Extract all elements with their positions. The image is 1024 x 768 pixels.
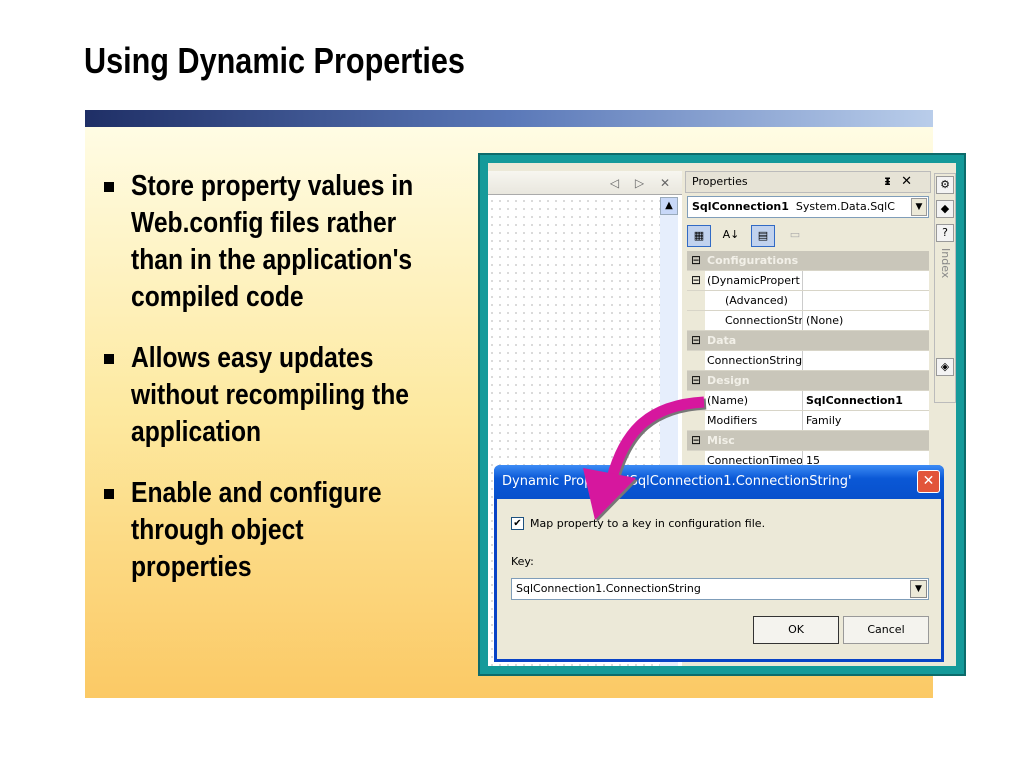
bullet-line: without recompiling the: [131, 379, 409, 411]
properties-title: Properties: [692, 175, 748, 188]
property-name: ConnectionString: [705, 351, 803, 370]
property-category[interactable]: ⊟ Configurations: [687, 251, 929, 271]
property-row[interactable]: ConnectionStr (None): [687, 311, 929, 331]
collapse-icon[interactable]: [687, 411, 705, 430]
bullet-line: Enable and configure: [131, 477, 382, 509]
property-row[interactable]: Modifiers Family: [687, 411, 929, 431]
title-band: [85, 110, 933, 127]
class-view-icon[interactable]: ◈: [936, 358, 954, 377]
alphabetical-icon[interactable]: A↓: [719, 225, 743, 247]
property-category[interactable]: ⊟ Data: [687, 331, 929, 351]
property-row[interactable]: ConnectionString: [687, 351, 929, 371]
bullet-line: than in the application's: [131, 244, 413, 276]
properties-icon[interactable]: ▤: [751, 225, 775, 247]
chevron-down-icon[interactable]: ▼: [910, 580, 927, 598]
bullet-line: Allows easy updates: [131, 342, 374, 374]
help-icon[interactable]: ?: [936, 224, 954, 242]
property-row[interactable]: (Advanced): [687, 291, 929, 311]
bullet-item: Allows easy updates without recompiling t…: [104, 340, 521, 451]
property-name: Design: [707, 374, 750, 387]
key-value: SqlConnection1.ConnectionString: [516, 582, 701, 595]
property-value[interactable]: SqlConnection1: [803, 391, 929, 410]
object-selector[interactable]: SqlConnection1 System.Data.SqlC ▼: [687, 196, 929, 218]
property-value[interactable]: Family: [803, 411, 929, 430]
property-category[interactable]: ⊟ Design: [687, 371, 929, 391]
bullet-line: Store property values in: [131, 170, 414, 202]
bullet-line: compiled code: [131, 281, 304, 313]
collapse-icon[interactable]: [687, 351, 705, 370]
bullet-line: properties: [131, 551, 252, 583]
collapse-icon[interactable]: [687, 311, 705, 330]
slide-title: Using Dynamic Properties: [84, 40, 465, 81]
book-icon[interactable]: ◆: [936, 200, 954, 218]
property-name: Configurations: [707, 254, 799, 267]
collapse-icon[interactable]: ⊟: [687, 251, 705, 270]
property-grid: ⊟ Configurations ⊟ (DynamicPropert (Advanced…: [687, 251, 929, 471]
pin-icon[interactable]: ᵻ: [884, 174, 901, 189]
bullet-item: Enable and configure through object proper…: [104, 475, 521, 586]
scroll-up-icon[interactable]: ▲: [660, 197, 678, 215]
toolbox-icon[interactable]: ⚙: [936, 176, 954, 194]
property-name: (Name): [705, 391, 803, 410]
property-name: Misc: [707, 434, 735, 447]
key-label: Key:: [511, 555, 534, 568]
checkbox-check-icon[interactable]: ✔: [511, 517, 524, 530]
close-icon[interactable]: ✕: [901, 174, 922, 189]
property-row[interactable]: (Name) SqlConnection1: [687, 391, 929, 411]
bullet-line: application: [131, 416, 262, 448]
property-row[interactable]: ⊟ (DynamicPropert: [687, 271, 929, 291]
property-value[interactable]: [803, 291, 929, 310]
bullet-square-icon: [104, 354, 114, 364]
bullet-line: through object: [131, 514, 304, 546]
categorized-icon[interactable]: ▦: [687, 225, 711, 247]
bullet-item: Store property values in Web.config files…: [104, 168, 521, 316]
cancel-button[interactable]: Cancel: [843, 616, 929, 644]
bullet-square-icon: [104, 489, 114, 499]
checkbox-label: Map property to a key in configuration f…: [530, 517, 766, 530]
key-combobox[interactable]: SqlConnection1.ConnectionString ▼: [511, 578, 929, 600]
map-property-checkbox[interactable]: ✔ Map property to a key in configuration …: [511, 517, 765, 530]
object-type: System.Data.SqlC: [795, 200, 895, 213]
property-pages-icon[interactable]: ▭: [783, 225, 807, 247]
bullet-list: Store property values in Web.config files…: [104, 168, 521, 610]
property-value[interactable]: [803, 351, 929, 370]
collapse-icon[interactable]: ⊟: [687, 271, 705, 290]
designer-nav[interactable]: ◁ ▷ ✕: [488, 171, 682, 195]
collapse-icon[interactable]: [687, 291, 705, 310]
dynamic-property-dialog: Dynamic Property: 'SqlConnection1.Connec…: [494, 465, 944, 662]
collapse-icon[interactable]: [687, 391, 705, 410]
property-value[interactable]: (None): [803, 311, 929, 330]
property-name: Data: [707, 334, 737, 347]
collapse-icon[interactable]: ⊟: [687, 431, 705, 450]
collapse-icon[interactable]: ⊟: [687, 371, 705, 390]
side-toolbar: ⚙ ◆ ? Index ◈: [934, 173, 956, 403]
property-name: (Advanced): [705, 291, 803, 310]
dialog-title: Dynamic Property: 'SqlConnection1.Connec…: [502, 474, 852, 489]
object-name: SqlConnection1: [692, 200, 789, 213]
ok-button[interactable]: OK: [753, 616, 839, 644]
property-category[interactable]: ⊟ Misc: [687, 431, 929, 451]
chevron-down-icon[interactable]: ▼: [911, 198, 927, 216]
index-tab[interactable]: Index: [939, 248, 952, 278]
collapse-icon[interactable]: ⊟: [687, 331, 705, 350]
property-name: (DynamicPropert: [705, 271, 803, 290]
bullet-square-icon: [104, 182, 114, 192]
close-icon[interactable]: ✕: [917, 470, 940, 493]
property-value[interactable]: [803, 271, 929, 290]
property-name: Modifiers: [705, 411, 803, 430]
bullet-line: Web.config files rather: [131, 207, 397, 239]
property-name: ConnectionStr: [705, 311, 803, 330]
